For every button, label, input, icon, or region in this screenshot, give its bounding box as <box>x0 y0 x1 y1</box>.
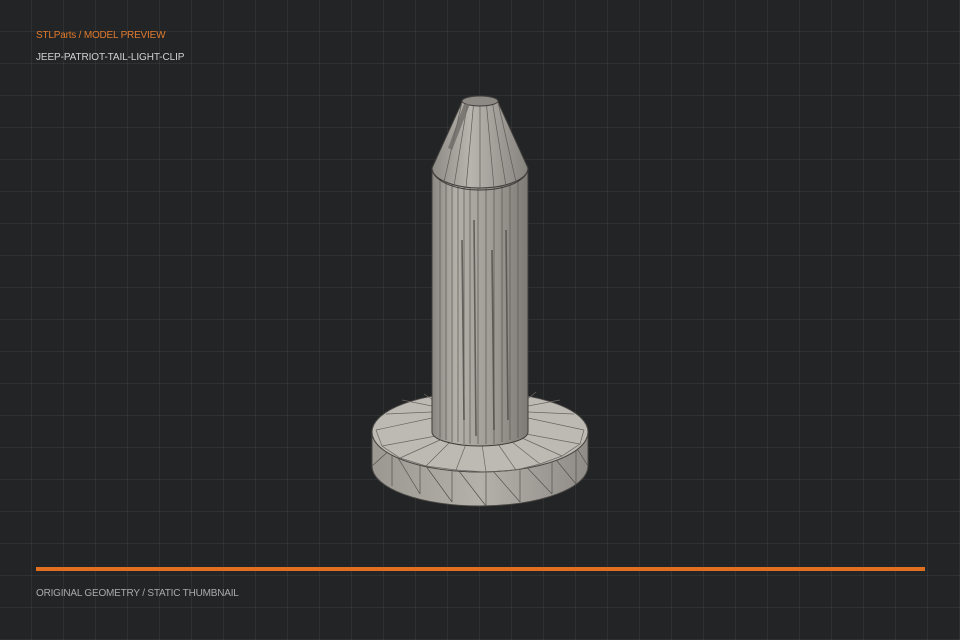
accent-divider <box>36 567 925 571</box>
footer-caption: ORIGINAL GEOMETRY / STATIC THUMBNAIL <box>36 588 239 599</box>
breadcrumb: STLParts / MODEL PREVIEW <box>36 30 166 41</box>
3d-model-render <box>371 95 589 507</box>
model-title: JEEP-PATRIOT-TAIL-LIGHT-CLIP <box>36 52 185 63</box>
model-viewport <box>371 95 589 507</box>
